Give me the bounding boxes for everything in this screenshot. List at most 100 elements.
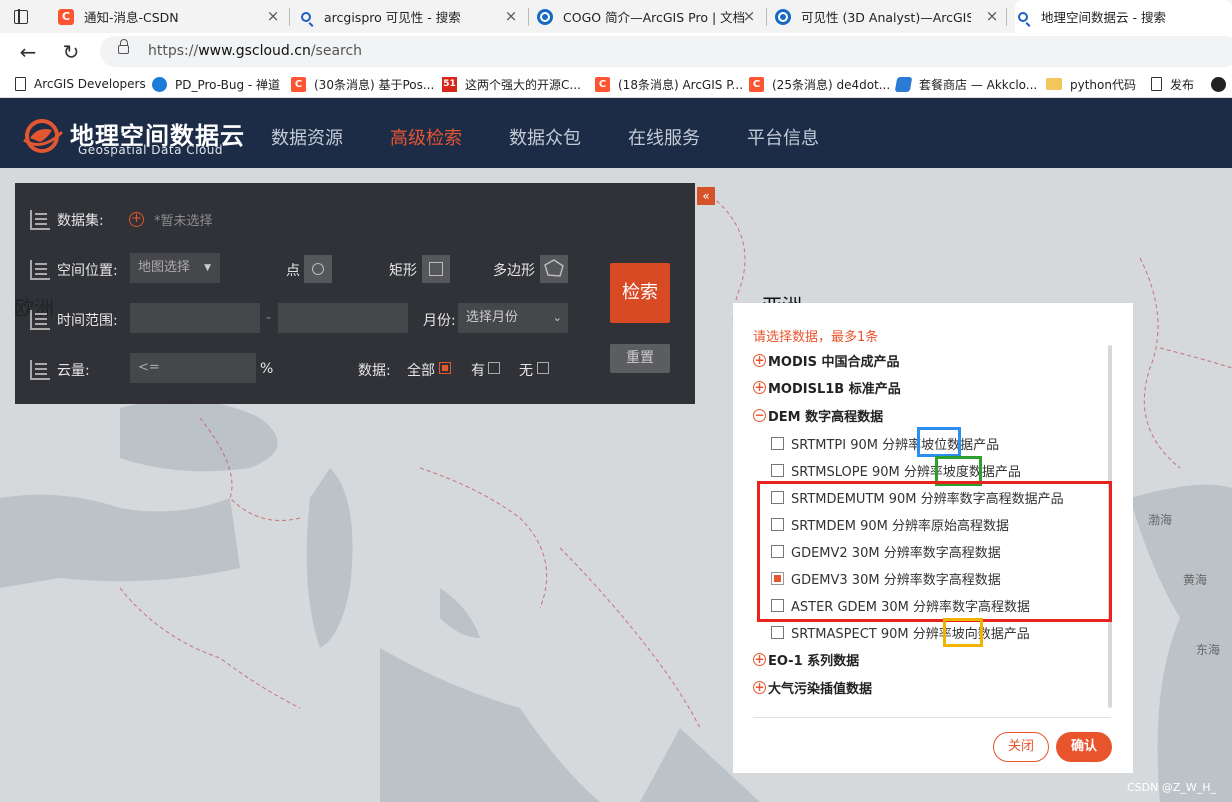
dataset-item-srtmaspect[interactable]: SRTMASPECT 90M 分辨率坡向数据产品	[771, 622, 1030, 642]
cloud-input[interactable]: <=	[130, 353, 256, 383]
expand-plus-icon[interactable]: +	[753, 652, 766, 666]
location-select[interactable]: 地图选择 ▼	[130, 253, 220, 283]
nav-data-resources[interactable]: 数据资源	[271, 124, 343, 150]
bookmark-label: python代码	[1070, 77, 1136, 92]
lock-icon[interactable]	[118, 39, 129, 54]
tab-separator	[766, 8, 767, 26]
tab-close-icon[interactable]: ×	[266, 9, 280, 24]
location-label: 空间位置:	[57, 263, 118, 279]
dataset-icon	[30, 210, 50, 230]
close-button[interactable]: 关闭	[993, 732, 1049, 762]
edge-icon	[152, 76, 167, 92]
url-text[interactable]: https://www.gscloud.cn/search	[148, 43, 362, 59]
location-icon	[30, 260, 50, 280]
data-yes-checkbox[interactable]	[488, 362, 500, 374]
dialog-title: 请选择数据，最多1条	[753, 330, 879, 345]
tab-actions-icon[interactable]	[10, 6, 32, 28]
group-modis-china[interactable]: + MODIS 中国合成产品	[753, 350, 900, 370]
dataset-item-srtmtpi[interactable]: SRTMTPI 90M 分辨率坡位数据产品	[771, 433, 999, 453]
tab-separator	[1006, 8, 1007, 26]
data-all-label: 全部	[407, 363, 435, 379]
data-no-checkbox[interactable]	[537, 362, 549, 374]
bookmark-item[interactable]: 发布	[1151, 75, 1194, 93]
group-label: MODIS 中国合成产品	[768, 354, 900, 370]
point-tool-button[interactable]	[304, 255, 332, 283]
bookmark-item[interactable]: ArcGIS Developers	[15, 75, 146, 93]
start-date-input[interactable]	[130, 303, 260, 333]
expand-plus-icon[interactable]: +	[753, 353, 766, 367]
month-label: 月份:	[423, 313, 456, 329]
github-icon	[1211, 76, 1226, 92]
logo-subtitle: Geospatial Data Cloud	[78, 143, 224, 157]
browser-tab-5-active[interactable]: 地理空间数据云 - 搜索	[1015, 0, 1232, 33]
nav-platform-info[interactable]: 平台信息	[747, 124, 819, 150]
browser-tab-4[interactable]: 可见性 (3D Analyst)—ArcGIS Pro ×	[775, 0, 1005, 33]
bookmark-label: (18条消息) ArcGIS P...	[618, 77, 744, 92]
globe-icon	[537, 8, 553, 25]
51cto-icon: 51	[442, 76, 457, 92]
group-air-pollution[interactable]: + 大气污染插值数据	[753, 677, 872, 697]
expand-plus-icon[interactable]: +	[753, 380, 766, 394]
nav-online-services[interactable]: 在线服务	[628, 124, 700, 150]
dataset-placeholder[interactable]: *暂未选择	[154, 210, 213, 229]
bookmark-item[interactable]: C (30条消息) 基于Pos...	[291, 75, 434, 93]
address-bar[interactable]: https://www.gscloud.cn/search	[100, 36, 1232, 67]
data-no-label: 无	[519, 363, 533, 379]
tab-close-icon[interactable]: ×	[985, 9, 999, 24]
month-select[interactable]: 选择月份 ⌄	[458, 303, 568, 333]
group-eo1[interactable]: + EO-1 系列数据	[753, 649, 859, 669]
reset-button[interactable]: 重置	[610, 344, 670, 373]
polygon-tool-button[interactable]	[540, 255, 568, 283]
tab-close-icon[interactable]: ×	[504, 9, 518, 24]
tab-separator	[528, 8, 529, 26]
nav-crowdsourcing[interactable]: 数据众包	[509, 124, 581, 150]
nav-advanced-search[interactable]: 高级检索	[390, 124, 462, 150]
search-button[interactable]: 检索	[610, 263, 670, 323]
bookmark-item[interactable]: C (18条消息) ArcGIS P...	[595, 75, 743, 93]
bookmark-folder[interactable]: python代码	[1046, 75, 1136, 93]
checkbox[interactable]	[771, 436, 784, 450]
tab-close-icon[interactable]: ×	[742, 9, 756, 24]
add-dataset-icon[interactable]: +	[129, 212, 144, 227]
browser-tab-bar: C 通知-消息-CSDN × arcgispro 可见性 - 搜索 × COGO…	[0, 0, 1232, 33]
collapse-panel-button[interactable]: «	[697, 187, 715, 205]
confirm-button[interactable]: 确认	[1056, 732, 1112, 762]
csdn-watermark: CSDN @Z_W_H_	[1126, 781, 1216, 794]
chevron-down-icon: ⌄	[552, 311, 562, 324]
item-label: SRTMTPI 90M 分辨率坡位数据产品	[791, 437, 1000, 453]
group-label: DEM 数字高程数据	[768, 409, 884, 425]
dataset-item-srtmslope[interactable]: SRTMSLOPE 90M 分辨率坡度数据产品	[771, 460, 1021, 480]
location-select-value: 地图选择	[138, 260, 191, 275]
browser-tab-1[interactable]: C 通知-消息-CSDN ×	[58, 0, 286, 33]
rect-tool-button[interactable]	[422, 255, 450, 283]
csdn-icon: C	[58, 8, 74, 25]
globe-logo-icon	[23, 119, 64, 153]
group-dem[interactable]: − DEM 数字高程数据	[753, 405, 883, 425]
end-date-input[interactable]	[278, 303, 408, 333]
expand-plus-icon[interactable]: +	[753, 680, 766, 694]
tab-title: 地理空间数据云 - 搜索	[1041, 10, 1166, 25]
browser-tab-2[interactable]: arcgispro 可见性 - 搜索 ×	[298, 0, 524, 33]
bookmark-item[interactable]: C (25条消息) de4dot...	[749, 75, 890, 93]
dropdown-arrow-icon: ▼	[204, 263, 211, 273]
bookmark-item[interactable]: 51 这两个强大的开源C...	[442, 75, 581, 93]
back-arrow-icon[interactable]: ←	[15, 39, 41, 65]
search-panel	[15, 183, 695, 404]
url-path: /search	[310, 43, 363, 59]
checkbox[interactable]	[771, 625, 784, 639]
browser-tab-3[interactable]: COGO 简介—ArcGIS Pro | 文档 ×	[537, 0, 762, 33]
group-modisl1b[interactable]: + MODISL1B 标准产品	[753, 377, 901, 397]
collapse-minus-icon[interactable]: −	[753, 408, 766, 422]
github-bookmark[interactable]	[1211, 75, 1232, 93]
globe-icon	[775, 8, 791, 25]
bookmark-item[interactable]: PD_Pro-Bug - 禅道	[152, 75, 280, 93]
checkbox[interactable]	[771, 463, 784, 477]
cloud-input-placeholder: <=	[138, 360, 160, 375]
bookmark-item[interactable]: 套餐商店 — Akkclo...	[894, 75, 1037, 93]
month-select-value: 选择月份	[466, 310, 519, 325]
annotation-box-yellow	[943, 618, 983, 647]
annotation-box-blue	[917, 427, 961, 457]
csdn-icon: C	[595, 76, 610, 92]
refresh-icon[interactable]: ↻	[58, 39, 84, 65]
data-all-checkbox[interactable]	[439, 362, 451, 374]
